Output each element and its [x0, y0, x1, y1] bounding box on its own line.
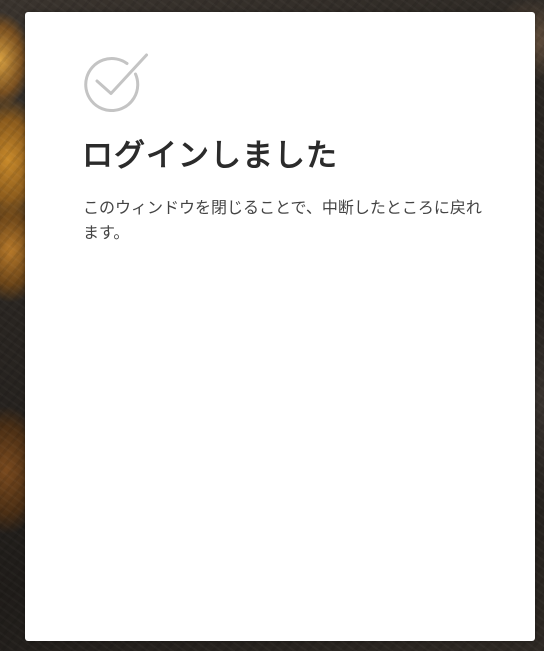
success-message: このウィンドウを閉じることで、中断したところに戻れます。	[83, 198, 482, 242]
login-success-dialog: ログインしました このウィンドウを閉じることで、中断したところに戻れます。	[25, 12, 535, 641]
success-title: ログインしました	[82, 138, 338, 174]
